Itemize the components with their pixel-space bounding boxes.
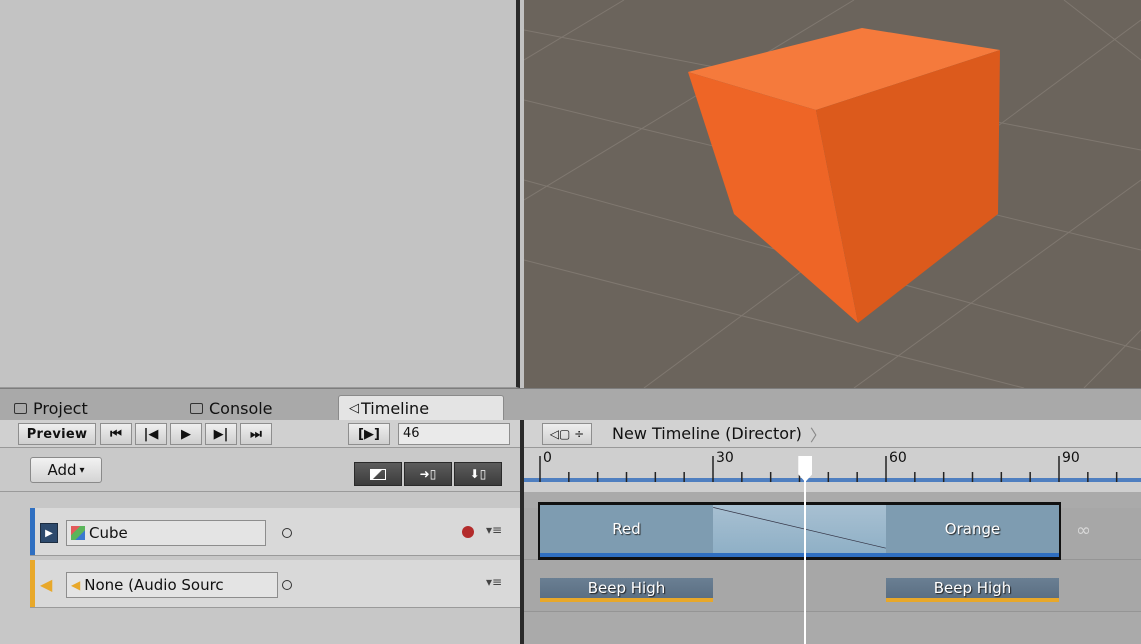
timeline-selector-button[interactable]: ◁▢ ÷ <box>542 422 592 445</box>
scene-view[interactable] <box>524 0 1141 388</box>
timeline-editor: ◁▢ ÷ New Timeline (Director) 〉 0 30 60 90 R… <box>520 420 1141 644</box>
tab-timeline-label: Timeline <box>361 399 430 418</box>
snap-toggle-button[interactable]: ➜▯ <box>404 462 452 486</box>
add-track-label: Add <box>47 461 77 479</box>
blend-region[interactable] <box>713 505 886 557</box>
curves-icon <box>370 468 386 480</box>
gameobject-icon <box>71 526 85 540</box>
previous-frame-button[interactable]: |◀ <box>135 423 167 445</box>
folder-icon <box>14 402 27 414</box>
bound-object-field[interactable]: ◀ None (Audio Sourc <box>66 572 278 598</box>
tab-timeline[interactable]: ◁ Timeline <box>338 395 504 421</box>
ruler-label: 90 <box>1062 450 1080 466</box>
current-frame-field[interactable]: 46 <box>398 423 510 445</box>
track-lanes: Red Orange Beep High Beep High ∞ <box>524 492 1141 644</box>
play-range-button[interactable]: [▶] <box>348 423 390 445</box>
lock-toggle-button[interactable]: ⬇▯ <box>454 462 502 486</box>
bound-object-field[interactable]: Cube <box>66 520 266 546</box>
timeline-asset-icon: ◁▢ ÷ <box>549 426 585 441</box>
animation-track-icon: ▶ <box>40 523 58 543</box>
track-color-stripe <box>30 508 35 555</box>
lock-icon: ⬇▯ <box>469 467 487 481</box>
track-header-cube[interactable]: ▶ Cube ▾≡ <box>30 508 520 556</box>
snap-icon: ➜▯ <box>419 467 437 481</box>
speaker-icon: ◀ <box>40 575 53 594</box>
infinite-clip-icon: ∞ <box>1076 520 1091 541</box>
audio-source-icon: ◀ <box>71 578 81 592</box>
blend-curve <box>713 507 886 549</box>
track-menu-icon[interactable]: ▾≡ <box>486 575 502 589</box>
ruler-ticks <box>524 456 1141 482</box>
timeline-track-headers: Preview ⏮ |◀ ▶ ▶| ⏭ [▶] 46 Add ▾ ➜▯ ⬇▯ ▶… <box>0 420 520 644</box>
add-track-row: Add ▾ ➜▯ ⬇▯ <box>0 448 520 492</box>
time-ruler[interactable]: 0 30 60 90 <box>524 448 1141 492</box>
track-header-audio[interactable]: ◀ ◀ None (Audio Sourc ▾≡ <box>30 560 520 608</box>
tab-project-label: Project <box>33 398 88 418</box>
timeline-icon: ◁ <box>349 401 359 416</box>
ruler-label: 30 <box>716 450 734 466</box>
breadcrumb-chevron-icon: 〉 <box>809 425 826 445</box>
track-name: Cube <box>89 524 128 542</box>
object-picker-icon[interactable] <box>282 528 292 538</box>
track-name: None (Audio Sourc <box>84 576 224 594</box>
track-color-stripe <box>30 560 35 607</box>
add-track-button[interactable]: Add ▾ <box>30 457 102 483</box>
curves-toggle-button[interactable] <box>354 462 402 486</box>
track-menu-icon[interactable]: ▾≡ <box>486 523 502 537</box>
record-button[interactable] <box>462 526 474 538</box>
transport-bar: Preview ⏮ |◀ ▶ ▶| ⏭ [▶] 46 <box>0 420 520 448</box>
tab-console-label: Console <box>209 398 273 418</box>
audio-clip[interactable]: Beep High <box>886 578 1059 602</box>
object-picker-icon[interactable] <box>282 580 292 590</box>
panel-tab-bar: Project Console ◁ Timeline <box>0 388 1141 421</box>
hierarchy-panel <box>0 0 520 388</box>
playhead-line <box>804 470 807 644</box>
tab-console[interactable]: Console <box>180 395 330 421</box>
play-button[interactable]: ▶ <box>170 423 202 445</box>
dropdown-arrow-icon: ▾ <box>79 464 85 476</box>
preview-button[interactable]: Preview <box>18 423 96 445</box>
next-frame-button[interactable]: ▶| <box>205 423 237 445</box>
cube-object[interactable] <box>524 0 1141 388</box>
tab-project[interactable]: Project <box>4 395 154 421</box>
ruler-label: 60 <box>889 450 907 466</box>
audio-clip[interactable]: Beep High <box>540 578 713 602</box>
animation-clip[interactable]: Orange <box>886 505 1059 557</box>
ruler-label: 0 <box>543 450 552 466</box>
timeline-header: ◁▢ ÷ New Timeline (Director) 〉 <box>524 420 1141 448</box>
go-to-end-button[interactable]: ⏭ <box>240 423 272 445</box>
animation-clip[interactable]: Red <box>540 505 713 557</box>
console-icon <box>190 402 203 414</box>
timeline-asset-name: New Timeline (Director) <box>612 424 802 443</box>
go-to-start-button[interactable]: ⏮ <box>100 423 132 445</box>
